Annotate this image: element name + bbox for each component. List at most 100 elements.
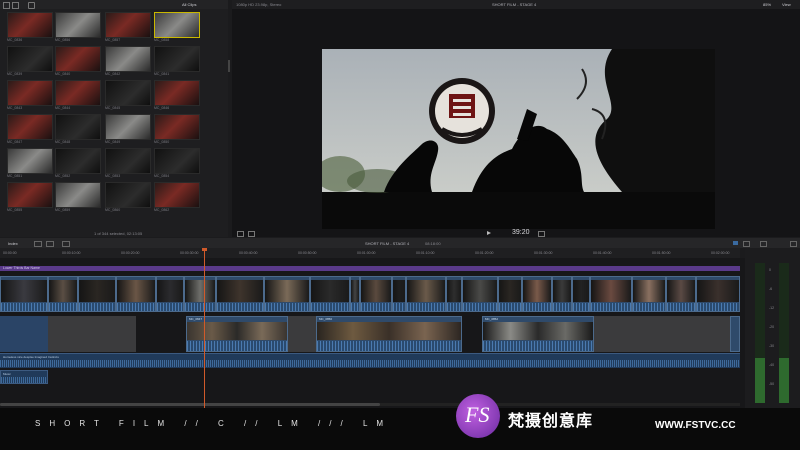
library-icon[interactable] — [3, 2, 10, 9]
clip-thumbnail[interactable] — [55, 80, 101, 106]
gap-clip[interactable] — [594, 316, 730, 352]
storyline-clip[interactable] — [632, 276, 666, 312]
storyline-clip[interactable] — [462, 276, 498, 312]
meter-right-level — [779, 358, 789, 403]
clip-thumbnail-label: MC_0862 — [154, 208, 170, 212]
index-button[interactable]: Index — [8, 241, 18, 246]
titles-icon[interactable] — [28, 2, 35, 9]
connected-clip[interactable]: MC_0850 — [316, 316, 462, 352]
clip-thumbnail[interactable] — [105, 148, 151, 174]
connected-clip[interactable] — [0, 316, 48, 352]
clip-thumbnail[interactable] — [55, 148, 101, 174]
storyline-clip[interactable] — [360, 276, 392, 312]
playhead-handle[interactable] — [202, 248, 207, 251]
site-url[interactable]: WWW.FSTVC.CC — [655, 420, 736, 431]
storyline-clip[interactable] — [216, 276, 264, 312]
clip-thumbnail-label: MC_0846 — [154, 106, 170, 110]
storyline-clip[interactable] — [350, 276, 360, 312]
clip-appearance-icon[interactable] — [34, 241, 42, 247]
clip-thumbnail[interactable] — [105, 46, 151, 72]
gap-clip[interactable] — [288, 316, 316, 352]
storyline-clip[interactable] — [78, 276, 116, 312]
clip-thumbnail-label: MC_0845 — [105, 106, 121, 110]
ruler-label: 00:00:10:00 — [62, 251, 81, 255]
ruler-label: 00:01:20:00 — [475, 251, 494, 255]
connected-clip[interactable]: MC_0852 — [482, 316, 594, 352]
storyline-clip[interactable] — [498, 276, 522, 312]
storyline-clip[interactable] — [0, 276, 48, 312]
clip-waveform — [1, 303, 47, 311]
audio-clip[interactable]: Homeless nice despise Imagined Instincts — [0, 353, 740, 368]
clip-thumbnail-label: MC_0836 — [7, 38, 23, 42]
clip-thumbnail[interactable] — [55, 114, 101, 140]
play-button-icon[interactable] — [487, 231, 491, 235]
clip-thumbnail[interactable] — [55, 12, 101, 38]
gap-clip[interactable] — [48, 316, 136, 352]
fullscreen-icon[interactable] — [538, 231, 545, 237]
transform-icon[interactable] — [248, 231, 255, 237]
storyline-clip[interactable] — [116, 276, 156, 312]
site-name: 梵摄创意库 — [508, 411, 594, 430]
clip-thumbnail[interactable] — [7, 12, 53, 38]
storyline-clip[interactable] — [552, 276, 572, 312]
all-clips-dropdown[interactable]: All Clips — [182, 2, 196, 7]
storyline-clip[interactable] — [406, 276, 446, 312]
zoom-dropdown[interactable]: 85% — [763, 2, 771, 7]
ruler-label: 00:00:40:00 — [239, 251, 258, 255]
clip-waveform — [157, 303, 183, 311]
clip-thumbnail[interactable] — [7, 148, 53, 174]
title-clip-track[interactable]: Lower Thirds Bar Name — [0, 266, 740, 271]
clip-thumbnail[interactable] — [154, 182, 200, 208]
select-tool-icon[interactable] — [62, 241, 70, 247]
connected-clip[interactable] — [730, 316, 740, 352]
browser-splitter[interactable] — [228, 60, 230, 72]
playhead[interactable] — [204, 248, 205, 408]
music-clip[interactable]: Music — [0, 370, 48, 384]
clip-thumbnail[interactable] — [154, 148, 200, 174]
audio-skimming-icon[interactable] — [743, 241, 750, 247]
snapping-icon[interactable] — [733, 241, 738, 245]
clip-thumbnail[interactable] — [154, 12, 200, 38]
effects-browser-icon[interactable] — [790, 241, 797, 247]
clip-thumbnail[interactable] — [7, 182, 53, 208]
storyline-clip[interactable] — [264, 276, 310, 312]
meter-scale-label: -30 — [769, 344, 775, 348]
storyline-clip[interactable] — [310, 276, 350, 312]
ruler-label: 00:02:00:00 — [711, 251, 730, 255]
clip-thumbnail[interactable] — [154, 114, 200, 140]
clip-filmstrip — [217, 280, 263, 302]
storyline-clip[interactable] — [666, 276, 696, 312]
timeline-tracks[interactable]: Lower Thirds Bar Name MC_0847 MC_0850 MC… — [0, 258, 745, 408]
clip-thumbnail[interactable] — [105, 114, 151, 140]
clip-filmstrip — [447, 280, 461, 302]
storyline-clip[interactable] — [590, 276, 632, 312]
tools-icon[interactable] — [46, 241, 54, 247]
clip-thumbnail-label: MC_0854 — [154, 174, 170, 178]
clip-thumbnail[interactable] — [105, 12, 151, 38]
clip-waveform — [265, 303, 309, 311]
view-options-icon[interactable] — [237, 231, 244, 237]
storyline-clip[interactable] — [522, 276, 552, 312]
timecode-display: 39:20 — [512, 229, 530, 236]
clip-thumbnail[interactable] — [154, 46, 200, 72]
clip-thumbnail[interactable] — [55, 46, 101, 72]
photos-icon[interactable] — [12, 2, 19, 9]
clip-thumbnail[interactable] — [105, 80, 151, 106]
storyline-clip[interactable] — [48, 276, 78, 312]
clip-thumbnail[interactable] — [55, 182, 101, 208]
storyline-clip[interactable] — [156, 276, 184, 312]
clip-thumbnail[interactable] — [105, 182, 151, 208]
storyline-clip[interactable] — [696, 276, 740, 312]
clip-thumbnail[interactable] — [154, 80, 200, 106]
storyline-clip[interactable] — [572, 276, 590, 312]
clip-thumbnail[interactable] — [7, 80, 53, 106]
storyline-clip[interactable] — [392, 276, 406, 312]
scroll-thumb[interactable] — [0, 403, 380, 406]
view-dropdown[interactable]: View — [782, 2, 791, 7]
clip-thumbnail[interactable] — [7, 114, 53, 140]
connected-clip[interactable]: MC_0847 — [186, 316, 288, 352]
storyline-clip[interactable] — [446, 276, 462, 312]
storyline-clip[interactable] — [184, 276, 216, 312]
clip-thumbnail[interactable] — [7, 46, 53, 72]
solo-icon[interactable] — [760, 241, 767, 247]
